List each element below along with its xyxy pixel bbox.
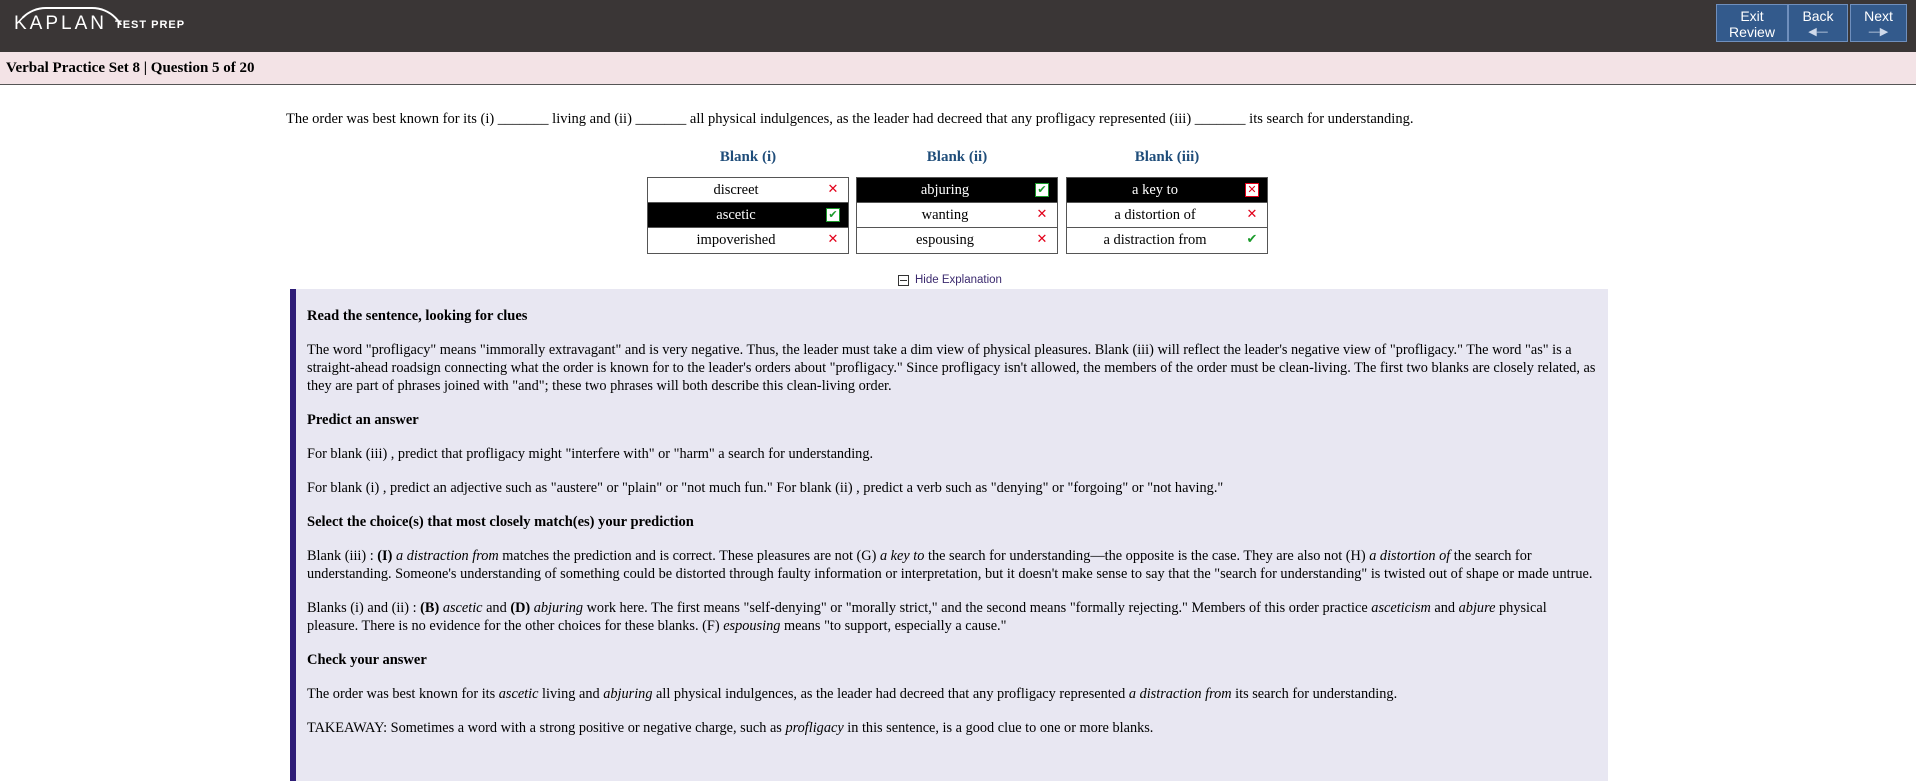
choice-label: a distraction from <box>1103 232 1207 248</box>
explanation-paragraph: Blank (iii) : (I) a distraction from mat… <box>307 548 1593 582</box>
incorrect-x-icon: ✕ <box>1245 183 1259 197</box>
choice-a-distraction-from[interactable]: a distraction from ✔ <box>1067 228 1267 253</box>
blank-2-heading: Blank (ii) <box>926 149 988 165</box>
choice-label: a distortion of <box>1114 207 1196 223</box>
blank-3-choices: a key to ✕ a distortion of ✕ a distraction… <box>1066 177 1268 254</box>
kaplan-logo: KAPLAN TEST PREP <box>12 7 186 40</box>
choice-label: impoverished <box>696 232 776 248</box>
exit-review-button[interactable]: Exit Review <box>1716 4 1788 42</box>
takeaway-paragraph: TAKEAWAY: Sometimes a word with a strong… <box>307 720 1154 736</box>
back-button[interactable]: Back ◀— <box>1788 4 1848 42</box>
logo-wordmark: KAPLAN <box>12 7 126 35</box>
choice-label: abjuring <box>920 182 970 198</box>
choice-label: ascetic <box>716 207 756 223</box>
choice-discreet[interactable]: discreet ✕ <box>648 178 848 203</box>
blank-1-choices: discreet ✕ ascetic ✔ impoverished ✕ <box>647 177 849 254</box>
choice-label: discreet <box>713 182 759 198</box>
choice-impoverished[interactable]: impoverished ✕ <box>648 228 848 253</box>
explanation-paragraph: The order was best known for its ascetic… <box>307 686 1398 702</box>
incorrect-x-icon: ✕ <box>827 182 839 197</box>
explanation-panel: Read the sentence, looking for clues The… <box>290 289 1608 781</box>
incorrect-x-icon: ✕ <box>827 232 839 247</box>
question-text: The order was best known for its (i) ___… <box>286 111 1414 127</box>
incorrect-x-icon: ✕ <box>1036 207 1048 222</box>
explanation-paragraph: For blank (iii) , predict that profligac… <box>307 446 874 462</box>
back-arrow-icon: ◀— <box>1808 26 1828 38</box>
choice-ascetic[interactable]: ascetic ✔ <box>648 203 848 228</box>
next-arrow-icon: —▶ <box>1868 26 1889 38</box>
logo-subtitle: TEST PREP <box>114 19 186 31</box>
choice-a-distortion-of[interactable]: a distortion of ✕ <box>1067 203 1267 228</box>
correct-check-icon: ✔ <box>1035 183 1049 197</box>
section-heading: Select the choice(s) that most closely m… <box>307 514 694 530</box>
hide-explanation-toggle[interactable]: Hide Explanation <box>898 274 1002 286</box>
next-button[interactable]: Next —▶ <box>1850 4 1907 42</box>
back-label: Back <box>1802 8 1834 24</box>
choice-espousing[interactable]: espousing ✕ <box>857 228 1057 253</box>
choice-label: espousing <box>916 232 974 248</box>
top-bar: KAPLAN TEST PREP Exit Review Back ◀— Next… <box>0 0 1916 52</box>
question-header-bar: Verbal Practice Set 8 | Question 5 of 20 <box>0 52 1916 85</box>
choice-a-key-to[interactable]: a key to ✕ <box>1067 178 1267 203</box>
section-heading: Read the sentence, looking for clues <box>307 308 528 324</box>
hide-explanation-label: Hide Explanation <box>915 274 1002 286</box>
collapse-icon <box>898 274 909 286</box>
choice-label: a key to <box>1132 182 1178 198</box>
next-label: Next <box>1864 8 1893 24</box>
choice-label: wanting <box>921 207 969 223</box>
blank-2-choices: abjuring ✔ wanting ✕ espousing ✕ <box>856 177 1058 254</box>
explanation-paragraph: The word "profligacy" means "immorally e… <box>307 342 1596 394</box>
correct-check-icon: ✔ <box>1246 232 1258 247</box>
exit-review-label: Exit Review <box>1729 8 1775 40</box>
question-title: Verbal Practice Set 8 | Question 5 of 20 <box>6 60 255 76</box>
incorrect-x-icon: ✕ <box>1246 207 1258 222</box>
incorrect-x-icon: ✕ <box>1036 232 1048 247</box>
choice-abjuring[interactable]: abjuring ✔ <box>857 178 1057 203</box>
blank-3-heading: Blank (iii) <box>1134 149 1200 165</box>
section-heading: Check your answer <box>307 652 427 668</box>
section-heading: Predict an answer <box>307 412 419 428</box>
explanation-paragraph: For blank (i) , predict an adjective suc… <box>307 480 1224 496</box>
logo-arc <box>12 7 126 41</box>
explanation-paragraph: Blanks (i) and (ii) : (B) ascetic and (D… <box>307 600 1547 634</box>
choice-wanting[interactable]: wanting ✕ <box>857 203 1057 228</box>
blank-1-heading: Blank (i) <box>719 149 777 165</box>
correct-check-icon: ✔ <box>826 208 840 222</box>
